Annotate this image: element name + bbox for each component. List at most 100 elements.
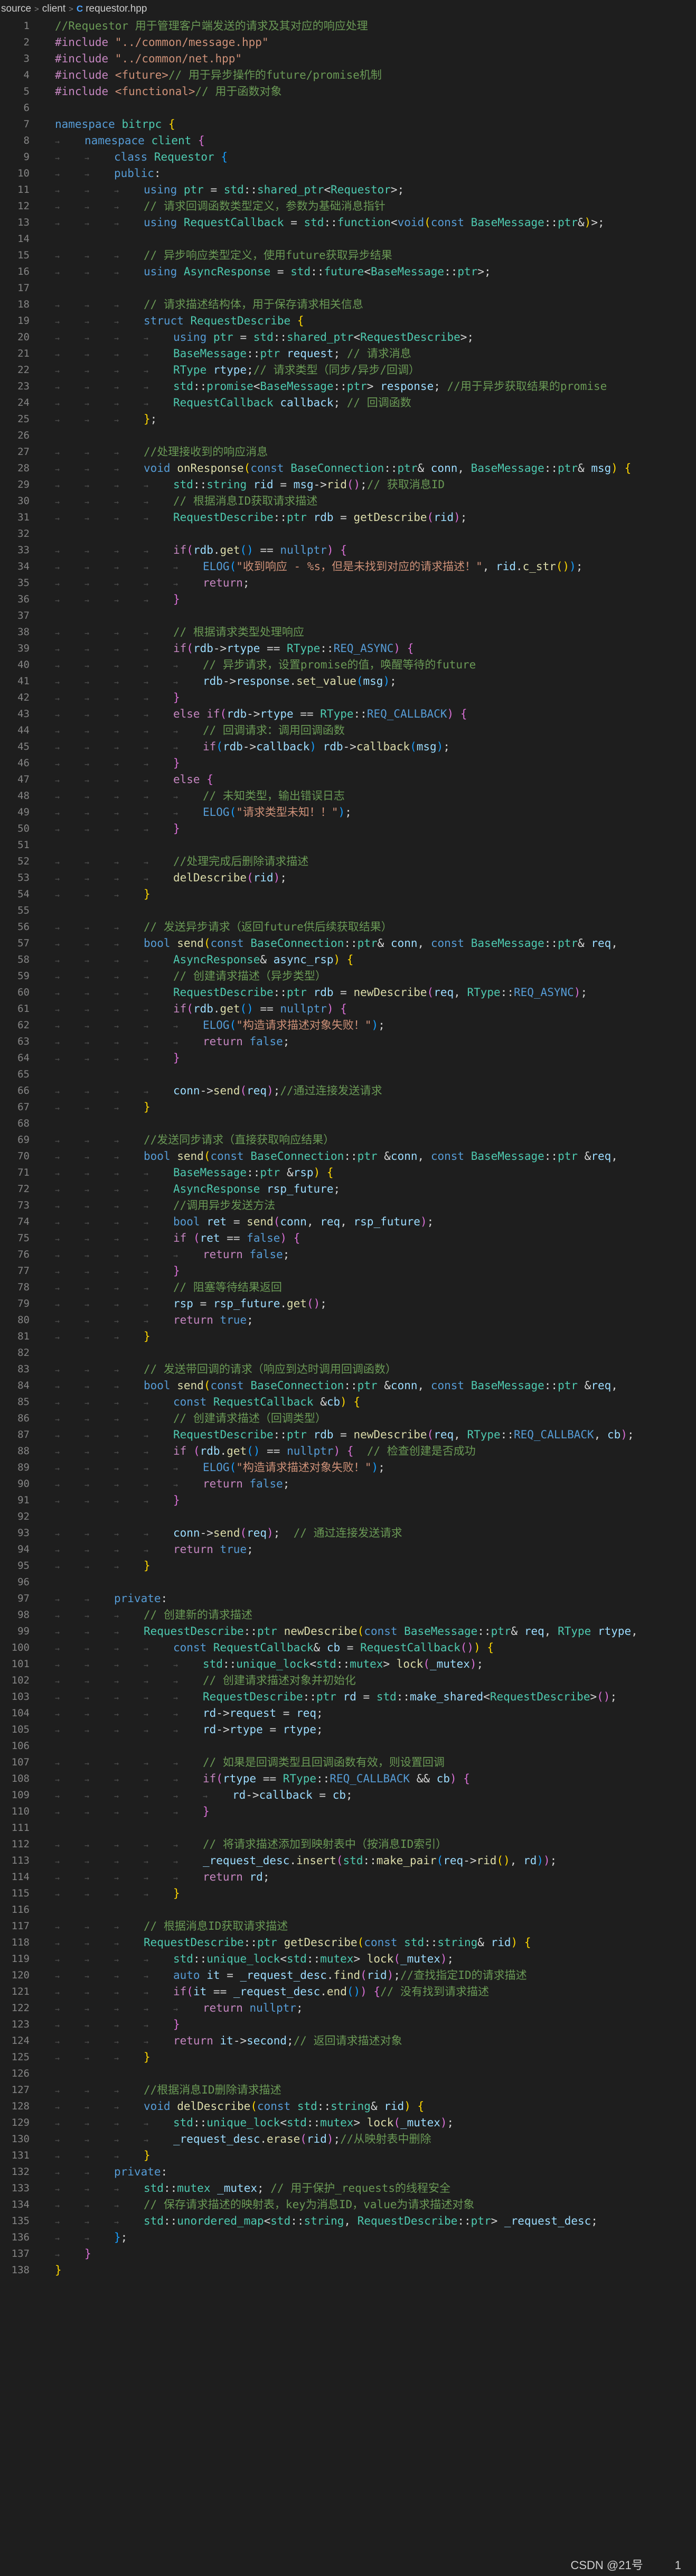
code-line[interactable]: 43 else if(rdb->rtype == RType::REQ_CALLB… bbox=[0, 706, 696, 722]
code-line[interactable]: 120 auto it = _request_desc.find(rid);//查… bbox=[0, 1967, 696, 1984]
code-line[interactable]: 8 namespace client { bbox=[0, 133, 696, 149]
code-line[interactable]: 119 std::unique_lock<std::mutex> lock(_mu… bbox=[0, 1951, 696, 1967]
code-line[interactable]: 64} bbox=[0, 1050, 696, 1066]
code-line[interactable]: 1 //Requestor 用于管理客户端发送的请求及其对应的响应处理 bbox=[0, 18, 696, 34]
code-line[interactable]: 80 return true; bbox=[0, 1312, 696, 1328]
code-line[interactable]: 95} bbox=[0, 1558, 696, 1574]
code-line[interactable]: 117 // 根据消息ID获取请求描述 bbox=[0, 1918, 696, 1935]
code-line[interactable]: 29 std::string rid = msg->rid();// 获取消息ID bbox=[0, 477, 696, 493]
code-line[interactable]: 126 bbox=[0, 2066, 696, 2082]
code-line[interactable]: 97 private: bbox=[0, 1591, 696, 1607]
code-line[interactable]: 128 void delDescribe(const std::string& r… bbox=[0, 2098, 696, 2115]
code-line[interactable]: 36} bbox=[0, 591, 696, 608]
code-line[interactable]: 99 RequestDescribe::ptr newDescribe(const… bbox=[0, 1623, 696, 1640]
code-line[interactable]: 107 // 如果是回调类型且回调函数有效，则设置回调 bbox=[0, 1754, 696, 1771]
code-line[interactable]: 130 _request_desc.erase(rid);//从映射表中删除 bbox=[0, 2131, 696, 2147]
code-line[interactable]: 132 private: bbox=[0, 2164, 696, 2180]
code-line[interactable]: 35 return; bbox=[0, 575, 696, 591]
code-line[interactable]: 82 bbox=[0, 1345, 696, 1361]
code-line[interactable]: 123} bbox=[0, 2016, 696, 2033]
code-line[interactable]: 65 bbox=[0, 1066, 696, 1083]
code-line[interactable]: 40 // 异步请求，设置promise的值，唤醒等待的future bbox=[0, 657, 696, 673]
code-line[interactable]: 111 bbox=[0, 1820, 696, 1836]
code-line[interactable]: 70 bool send(const BaseConnection::ptr &c… bbox=[0, 1148, 696, 1165]
code-line[interactable]: 108 if(rtype == RType::REQ_CALLBACK && cb… bbox=[0, 1771, 696, 1787]
code-line[interactable]: 69 //发送同步请求（直接获取响应结果） bbox=[0, 1132, 696, 1148]
code-line[interactable]: 33 if(rdb.get() == nullptr) { bbox=[0, 542, 696, 559]
code-line[interactable]: 113 _request_desc.insert(std::make_pair(r… bbox=[0, 1853, 696, 1869]
code-line[interactable]: 110} bbox=[0, 1803, 696, 1820]
code-line[interactable]: 16 using AsyncResponse = std::future<Base… bbox=[0, 264, 696, 280]
code-line[interactable]: 41 rdb->response.set_value(msg); bbox=[0, 673, 696, 690]
code-line[interactable]: 24 RequestCallback callback; // 回调函数 bbox=[0, 395, 696, 411]
code-line[interactable]: 55 bbox=[0, 903, 696, 919]
code-line[interactable]: 112 // 将请求描述添加到映射表中（按消息ID索引） bbox=[0, 1836, 696, 1853]
code-line[interactable]: 115} bbox=[0, 1885, 696, 1902]
code-line[interactable]: 136}; bbox=[0, 2229, 696, 2246]
code-line[interactable]: 66 conn->send(req);//通过连接发送请求 bbox=[0, 1083, 696, 1099]
code-line[interactable]: 122 return nullptr; bbox=[0, 2000, 696, 2016]
code-line[interactable]: 27 //处理接收到的响应消息 bbox=[0, 444, 696, 460]
code-line[interactable]: 50} bbox=[0, 821, 696, 837]
code-line[interactable]: 98 // 创建新的请求描述 bbox=[0, 1607, 696, 1623]
code-line[interactable]: 103 RequestDescribe::ptr rd = std::make_s… bbox=[0, 1689, 696, 1705]
code-line[interactable]: 134 // 保存请求描述的映射表，key为消息ID，value为请求描述对象 bbox=[0, 2197, 696, 2213]
code-line[interactable]: 102 // 创建请求描述对象并初始化 bbox=[0, 1672, 696, 1689]
code-line[interactable]: 96 bbox=[0, 1574, 696, 1591]
code-line[interactable]: 131} bbox=[0, 2147, 696, 2164]
code-line[interactable]: 78 // 阻塞等待结果返回 bbox=[0, 1279, 696, 1296]
code-line[interactable]: 137} bbox=[0, 2246, 696, 2262]
code-line[interactable]: 45 if(rdb->callback) rdb->callback(msg); bbox=[0, 739, 696, 755]
code-line[interactable]: 9 class Requestor { bbox=[0, 149, 696, 165]
code-line[interactable]: 73 //调用异步发送方法 bbox=[0, 1197, 696, 1214]
code-line[interactable]: 61 if(rdb.get() == nullptr) { bbox=[0, 1001, 696, 1017]
code-line[interactable]: 71 BaseMessage::ptr &rsp) { bbox=[0, 1165, 696, 1181]
code-line[interactable]: 109 rd->callback = cb; bbox=[0, 1787, 696, 1803]
code-line[interactable]: 74 bool ret = send(conn, req, rsp_future)… bbox=[0, 1214, 696, 1230]
code-line[interactable]: 20 using ptr = std::shared_ptr<RequestDes… bbox=[0, 329, 696, 346]
code-line[interactable]: 93 conn->send(req); // 通过连接发送请求 bbox=[0, 1525, 696, 1541]
code-line[interactable]: 11 using ptr = std::shared_ptr<Requestor>… bbox=[0, 182, 696, 198]
code-line[interactable]: 60 RequestDescribe::ptr rdb = newDescribe… bbox=[0, 984, 696, 1001]
code-line[interactable]: 118 RequestDescribe::ptr getDescribe(cons… bbox=[0, 1935, 696, 1951]
code-line[interactable]: 94 return true; bbox=[0, 1541, 696, 1558]
code-line[interactable]: 85 const RequestCallback &cb) { bbox=[0, 1394, 696, 1410]
code-line[interactable]: 87 RequestDescribe::ptr rdb = newDescribe… bbox=[0, 1427, 696, 1443]
code-line[interactable]: 32 bbox=[0, 526, 696, 542]
code-line[interactable]: 105 rd->rtype = rtype; bbox=[0, 1722, 696, 1738]
code-line[interactable]: 18 // 请求描述结构体，用于保存请求相关信息 bbox=[0, 296, 696, 313]
code-line[interactable]: 86 // 创建请求描述（回调类型） bbox=[0, 1410, 696, 1427]
code-line[interactable]: 72 AsyncResponse rsp_future; bbox=[0, 1181, 696, 1197]
code-line[interactable]: 22 RType rtype;// 请求类型（同步/异步/回调） bbox=[0, 362, 696, 378]
code-editor[interactable]: 1 //Requestor 用于管理客户端发送的请求及其对应的响应处理 2 #incl… bbox=[0, 18, 696, 2279]
code-line[interactable]: 4 #include <future>// 用于异步操作的future/promi… bbox=[0, 67, 696, 83]
code-line[interactable]: 58 AsyncResponse& async_rsp) { bbox=[0, 952, 696, 968]
code-line[interactable]: 63 return false; bbox=[0, 1034, 696, 1050]
code-line[interactable]: 135 std::unordered_map<std::string, Reque… bbox=[0, 2213, 696, 2229]
code-line[interactable]: 47 else { bbox=[0, 771, 696, 788]
code-line[interactable]: 68 bbox=[0, 1115, 696, 1132]
code-line[interactable]: 138} bbox=[0, 2262, 696, 2279]
code-line[interactable]: 38 // 根据请求类型处理响应 bbox=[0, 624, 696, 640]
code-line[interactable]: 19 struct RequestDescribe { bbox=[0, 313, 696, 329]
code-line[interactable]: 14 bbox=[0, 231, 696, 247]
code-line[interactable]: 49 ELOG("请求类型未知！！"); bbox=[0, 804, 696, 821]
code-line[interactable]: 104 rd->request = req; bbox=[0, 1705, 696, 1722]
code-line[interactable]: 23 std::promise<BaseMessage::ptr> respons… bbox=[0, 378, 696, 395]
code-line[interactable]: 125} bbox=[0, 2049, 696, 2066]
code-line[interactable]: 76 return false; bbox=[0, 1247, 696, 1263]
code-line[interactable]: 52 //处理完成后删除请求描述 bbox=[0, 853, 696, 870]
code-line[interactable]: 5 #include <functional>// 用于函数对象 bbox=[0, 83, 696, 100]
code-line[interactable]: 124 return it->second;// 返回请求描述对象 bbox=[0, 2033, 696, 2049]
code-line[interactable]: 3 #include "../common/net.hpp" bbox=[0, 51, 696, 67]
code-line[interactable]: 31 RequestDescribe::ptr rdb = getDescribe… bbox=[0, 509, 696, 526]
code-line[interactable]: 62 ELOG("构造请求描述对象失败！"); bbox=[0, 1017, 696, 1034]
code-line[interactable]: 34 ELOG("收到响应 - %s，但是未找到对应的请求描述！", rid.c_… bbox=[0, 559, 696, 575]
code-line[interactable]: 57 bool send(const BaseConnection::ptr& c… bbox=[0, 935, 696, 952]
code-line[interactable]: 48 // 未知类型，输出错误日志 bbox=[0, 788, 696, 804]
breadcrumb-item-client[interactable]: client bbox=[42, 3, 65, 15]
code-line[interactable]: 100 const RequestCallback& cb = RequestCa… bbox=[0, 1640, 696, 1656]
code-line[interactable]: 28 void onResponse(const BaseConnection::… bbox=[0, 460, 696, 477]
code-line[interactable]: 13 using RequestCallback = std::function<… bbox=[0, 215, 696, 231]
code-line[interactable]: 21 BaseMessage::ptr request; // 请求消息 bbox=[0, 346, 696, 362]
